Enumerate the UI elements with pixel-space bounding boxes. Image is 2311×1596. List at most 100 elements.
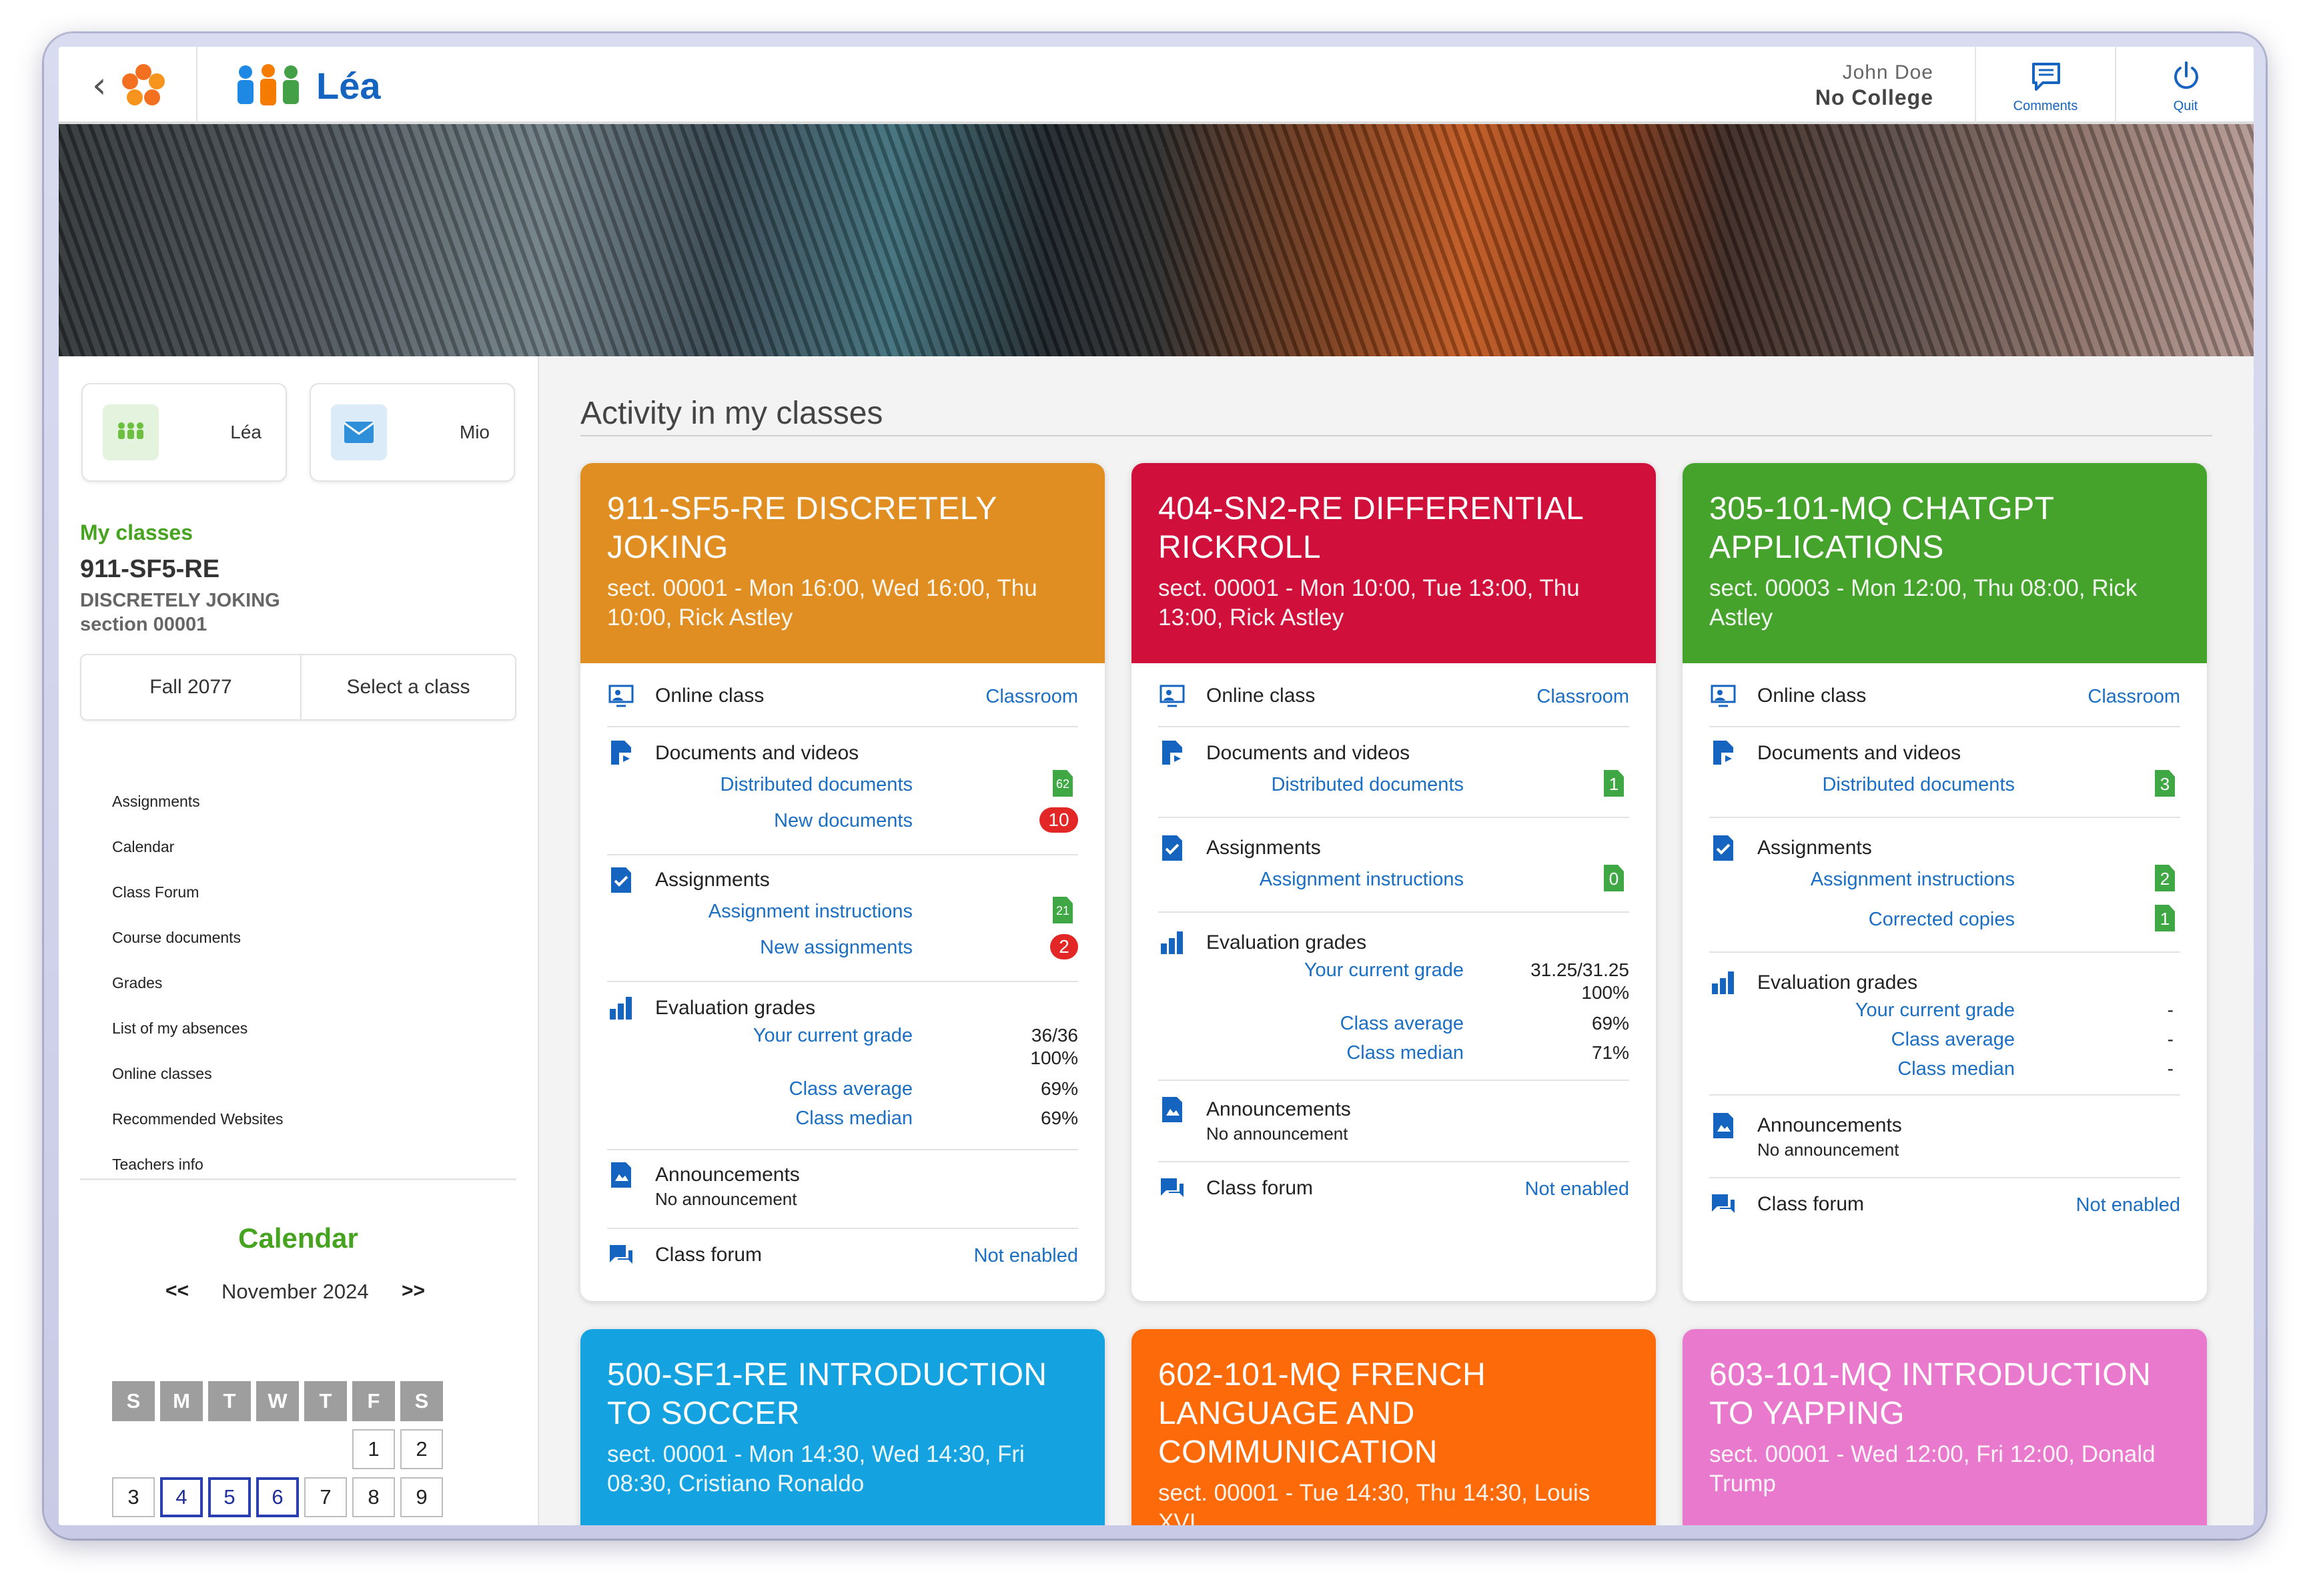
calendar-weekday: T: [208, 1381, 251, 1421]
calendar-day[interactable]: 5: [208, 1477, 251, 1517]
calendar-day[interactable]: 7: [304, 1477, 347, 1517]
classroom-link[interactable]: Classroom: [2088, 686, 2180, 708]
nav-course-documents[interactable]: Course documents: [112, 929, 241, 947]
class-card-subtitle: sect. 00003 - Mon 12:00, Thu 08:00, Rick…: [1709, 575, 2138, 631]
assignment-instructions-link[interactable]: Assignment instructions: [1811, 869, 2015, 891]
current-grade-link[interactable]: Your current grade: [1855, 1000, 2015, 1022]
current-grade-link[interactable]: Your current grade: [753, 1025, 913, 1047]
announcement-icon: [1713, 1113, 1733, 1138]
class-card-header[interactable]: 603-101-MQ INTRODUCTION TO YAPPING sect.…: [1683, 1329, 2207, 1525]
class-card-header[interactable]: 305-101-MQ CHATGPT APPLICATIONS sect. 00…: [1683, 463, 2207, 663]
forum-not-enabled: Not enabled: [1524, 1178, 1629, 1200]
assignment-instructions-link[interactable]: Assignment instructions: [1260, 869, 1464, 891]
term-selector[interactable]: Fall 2077: [81, 655, 302, 719]
class-average-link[interactable]: Class average: [1891, 1029, 2015, 1051]
nav-assignments[interactable]: Assignments: [112, 793, 200, 811]
nav-absences[interactable]: List of my absences: [112, 1020, 248, 1038]
nav-calendar[interactable]: Calendar: [112, 838, 174, 856]
current-grade-link[interactable]: Your current grade: [1304, 959, 1464, 981]
assignment-instructions-link[interactable]: Assignment instructions: [709, 901, 913, 923]
calendar-weekday: W: [256, 1381, 299, 1421]
class-average-value: 69%: [1591, 1013, 1629, 1034]
calendar-day[interactable]: 3: [112, 1477, 155, 1517]
nav-recommended-websites[interactable]: Recommended Websites: [112, 1110, 284, 1128]
quit-button[interactable]: Quit: [2115, 47, 2254, 124]
class-median-link[interactable]: Class median: [795, 1108, 913, 1130]
user-name: John Doe: [1842, 61, 1933, 83]
nav-grades[interactable]: Grades: [112, 974, 162, 992]
class-forum-label: Class forum: [655, 1244, 763, 1266]
app-window: ‹ Léa John Doe No College Comments Quit: [59, 47, 2254, 1525]
class-card-header[interactable]: 500-SF1-RE INTRODUCTION TO SOCCER sect. …: [580, 1329, 1105, 1525]
power-icon: [2174, 61, 2198, 89]
divider: [1158, 726, 1629, 727]
calendar-day[interactable]: 8: [352, 1477, 395, 1517]
current-class-code: 911-SF5-RE: [80, 555, 220, 583]
corrected-copies-link[interactable]: Corrected copies: [1869, 909, 2015, 931]
comments-button[interactable]: Comments: [1975, 47, 2115, 124]
class-average-link[interactable]: Class average: [789, 1078, 913, 1100]
announcements-status: No announcement: [1757, 1140, 1899, 1160]
my-classes-heading: My classes: [80, 520, 193, 544]
evaluation-grades-label: Evaluation grades: [655, 997, 816, 1019]
current-grade-value: 31.25/31.25: [1530, 959, 1629, 980]
calendar-day[interactable]: 1: [352, 1429, 395, 1469]
calendar-day[interactable]: 2: [400, 1429, 443, 1469]
calendar-weekday: F: [352, 1381, 395, 1421]
class-median-link[interactable]: Class median: [1346, 1042, 1464, 1064]
class-forum-row: Class forum Not enabled: [607, 1241, 1078, 1274]
calendar-day[interactable]: 9: [400, 1477, 443, 1517]
comments-icon: [2032, 63, 2060, 91]
class-card-title: 602-101-MQ FRENCH LANGUAGE AND COMMUNICA…: [1158, 1357, 1486, 1470]
new-documents-link[interactable]: New documents: [774, 810, 913, 832]
documents-label: Documents and videos: [1206, 742, 1410, 764]
mio-app-tile[interactable]: Mio: [310, 383, 515, 482]
assignments-row: Assignments Assignment instructions 21 N…: [607, 866, 1078, 973]
classroom-link[interactable]: Classroom: [1536, 686, 1629, 708]
class-forum-row: Class forum Not enabled: [1158, 1174, 1629, 1208]
announcement-icon: [1162, 1097, 1182, 1122]
calendar-day[interactable]: 4: [160, 1477, 203, 1517]
calendar-next-button[interactable]: >>: [402, 1280, 425, 1302]
class-card-header[interactable]: 404-SN2-RE DIFFERENTIAL RICKROLL sect. 0…: [1131, 463, 1656, 663]
class-average-value: 69%: [1040, 1078, 1078, 1099]
document-video-icon: [611, 741, 632, 765]
user-college: No College: [1815, 85, 1933, 109]
evaluation-grades-label: Evaluation grades: [1206, 931, 1367, 953]
class-card-title: 404-SN2-RE DIFFERENTIAL RICKROLL: [1158, 491, 1583, 565]
select-class-button[interactable]: Select a class: [302, 655, 515, 719]
omnivox-flower-icon[interactable]: [120, 63, 167, 109]
divider: [1158, 817, 1629, 818]
forum-chat-icon: [1161, 1178, 1184, 1197]
divider: [80, 1178, 516, 1180]
class-average-link[interactable]: Class average: [1340, 1013, 1464, 1035]
assignment-check-icon: [1713, 835, 1733, 861]
classroom-link[interactable]: Classroom: [985, 686, 1078, 708]
calendar-weekday: M: [160, 1381, 203, 1421]
nav-class-forum[interactable]: Class Forum: [112, 883, 199, 901]
announcements-row: Announcements No announcement: [607, 1161, 1078, 1214]
grades-row: Evaluation grades Your current grade 31.…: [1158, 929, 1629, 1076]
lea-tile-label: Léa: [230, 422, 262, 442]
current-grade-percent: 100%: [1581, 982, 1629, 1003]
nav-teachers-info[interactable]: Teachers info: [112, 1156, 203, 1174]
divider: [1158, 1080, 1629, 1081]
calendar-weekday: T: [304, 1381, 347, 1421]
class-card-subtitle: sect. 00001 - Tue 14:30, Thu 14:30, Loui…: [1158, 1480, 1590, 1525]
nav-online-classes[interactable]: Online classes: [112, 1065, 212, 1083]
divider: [1709, 1094, 2180, 1096]
distributed-documents-link[interactable]: Distributed documents: [1822, 774, 2015, 796]
new-assignments-link[interactable]: New assignments: [760, 937, 913, 959]
current-grade-value: 36/36: [1031, 1025, 1078, 1046]
forum-chat-icon: [1712, 1194, 1735, 1213]
calendar-prev-button[interactable]: <<: [165, 1280, 189, 1302]
calendar-day[interactable]: 6: [256, 1477, 299, 1517]
class-card-header[interactable]: 911-SF5-RE DISCRETELY JOKING sect. 00001…: [580, 463, 1105, 663]
lea-app-tile[interactable]: Léa: [81, 383, 287, 482]
distributed-documents-link[interactable]: Distributed documents: [1271, 774, 1464, 796]
distributed-documents-link[interactable]: Distributed documents: [720, 774, 913, 796]
class-card-header[interactable]: 602-101-MQ FRENCH LANGUAGE AND COMMUNICA…: [1131, 1329, 1656, 1525]
class-median-link[interactable]: Class median: [1897, 1058, 2015, 1080]
bar-chart-icon: [1712, 971, 1734, 994]
lea-people-logo-icon: [238, 64, 299, 105]
